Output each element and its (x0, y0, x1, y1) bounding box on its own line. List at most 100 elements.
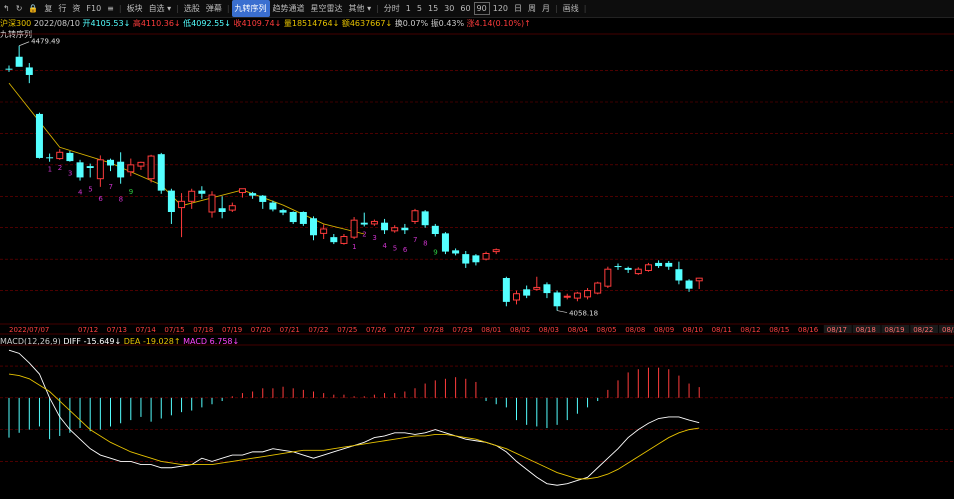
candle-body (553, 292, 561, 307)
nine-turn-count: 5 (88, 185, 92, 193)
date-tick-label: 2022/07/07 (9, 326, 49, 334)
candle-body (350, 219, 358, 238)
candle-body (421, 211, 429, 226)
date-tick-label: 07/20 (251, 326, 271, 334)
date-tick-label: 08/11 (712, 326, 732, 334)
candle-body (299, 212, 307, 224)
date-tick-label: 07/15 (164, 326, 184, 334)
candle-body (76, 162, 84, 178)
macd-diff-line (8, 349, 700, 486)
candle-body (157, 154, 165, 191)
candle-body (492, 249, 500, 253)
date-tick-label: 08/12 (740, 326, 760, 334)
date-tick-label: 07/19 (222, 326, 242, 334)
candle-body (147, 155, 155, 180)
candle-body (259, 195, 267, 202)
date-tick-label: 08/05 (596, 326, 616, 334)
date-tick-label: 07/22 (308, 326, 328, 334)
nine-turn-count: 3 (68, 170, 72, 178)
candle-body (370, 220, 378, 225)
candle-body (584, 290, 592, 298)
candle-body (624, 267, 632, 270)
candle-body (695, 277, 703, 282)
nine-turn-count: 4 (78, 189, 83, 197)
date-tick-label: 07/26 (366, 326, 387, 334)
candle-body (15, 56, 23, 67)
nine-turn-count: 7 (109, 183, 113, 191)
nine-turn-count: 2 (58, 164, 62, 172)
date-tick-label: 08/02 (510, 326, 530, 334)
candle-body (340, 236, 348, 244)
candle-body (117, 161, 125, 178)
candle-body (25, 67, 33, 75)
max-price-label: 4479.49 (31, 38, 60, 46)
date-tick-label: 07/12 (78, 326, 98, 334)
date-tick-label: 07/21 (280, 326, 300, 334)
candle-body (188, 190, 196, 202)
nine-turn-count: 2 (362, 230, 366, 238)
date-tick-label: 08/03 (539, 326, 559, 334)
date-tick-label: 08/09 (654, 326, 674, 334)
candle-body (482, 252, 490, 260)
candle-body (391, 227, 399, 232)
kline-chart[interactable]: 4479.494058.181 234 5678912 34 5 67 892022/07/… (0, 0, 954, 499)
nine-turn-count: 9 (129, 188, 133, 196)
candle-body (594, 282, 602, 294)
date-tick-label: 08/18 (856, 326, 876, 334)
candle-body (269, 202, 277, 210)
date-tick-label: 08/23 (942, 326, 954, 334)
candle-body (279, 210, 287, 213)
nine-turn-count: 8 (119, 196, 123, 204)
candle-body (86, 166, 94, 168)
candle-body (137, 161, 145, 167)
candle-body (238, 188, 246, 194)
candle-body (208, 194, 216, 213)
candle-body (289, 212, 297, 223)
candle-body (360, 222, 368, 225)
candle-body (573, 292, 581, 299)
date-tick-label: 07/14 (136, 326, 157, 334)
nine-turn-count: 9 (433, 249, 437, 257)
candle-body (604, 268, 612, 287)
date-tick-label: 07/25 (337, 326, 357, 334)
candle-body (167, 190, 175, 212)
candle-body (218, 208, 226, 212)
candle-body (320, 228, 328, 234)
candle-body (56, 151, 64, 160)
candle-body (431, 225, 439, 234)
candle-body (107, 159, 114, 166)
candle-body (502, 278, 510, 302)
max-marker (19, 41, 30, 47)
candle-body (46, 157, 54, 159)
nine-turn-count: 6 (403, 246, 408, 254)
candle-body (381, 222, 389, 231)
candle-body (127, 164, 135, 173)
nine-turn-count: 1 (48, 166, 52, 174)
candle-body (634, 268, 642, 275)
candle-body (411, 210, 419, 222)
candle-body (665, 262, 673, 267)
date-tick-label: 08/08 (625, 326, 645, 334)
min-price-label: 4058.18 (569, 310, 598, 318)
nine-turn-count: 7 (413, 236, 417, 244)
nine-turn-count: 3 (372, 234, 376, 242)
candle-body (614, 266, 622, 268)
date-tick-label: 08/15 (769, 326, 789, 334)
nine-turn-count: 6 (98, 195, 103, 203)
candle-body (66, 152, 74, 162)
candle-body (330, 237, 338, 243)
candle-body (198, 190, 206, 194)
date-tick-label: 08/04 (568, 326, 589, 334)
candle-body (462, 254, 470, 264)
candle-body (5, 68, 13, 70)
candle-body (533, 286, 541, 290)
candle-body (472, 255, 480, 263)
nine-turn-count: 4 (383, 242, 388, 250)
candle-body (675, 269, 683, 281)
nine-turn-count: 1 (352, 243, 356, 251)
date-tick-label: 08/01 (481, 326, 501, 334)
nine-turn-count: 8 (423, 240, 427, 248)
date-tick-label: 08/19 (884, 326, 904, 334)
date-tick-label: 07/29 (452, 326, 472, 334)
candle-body (441, 233, 449, 252)
